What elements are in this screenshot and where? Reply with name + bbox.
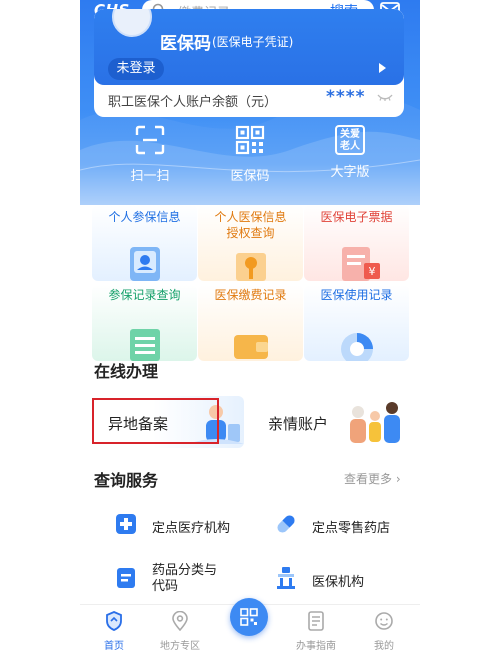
hero-banner: CHS 缴费记录 搜索 医保码 — [80, 0, 420, 205]
login-button[interactable]: 未登录 — [108, 58, 164, 80]
pie-chart-icon — [341, 333, 373, 361]
pill-icon — [277, 515, 295, 533]
id-card-icon — [130, 247, 160, 281]
online-item-label: 亲情账户 — [268, 415, 329, 433]
checklist-icon — [130, 329, 160, 361]
tab-mine[interactable]: 我的 — [354, 611, 414, 652]
qr-code-icon — [235, 125, 265, 155]
institution-icon — [277, 567, 295, 589]
quick-action-scan[interactable]: 扫一扫 — [110, 125, 190, 184]
tab-local-zone[interactable]: 地方专区 — [150, 610, 210, 652]
tab-service-guide[interactable]: 办事指南 — [286, 611, 346, 652]
drug-document-icon — [117, 568, 135, 588]
service-card-label: 医保电子票据 — [320, 210, 393, 224]
service-card-label: 个人参保信息 — [108, 210, 181, 224]
key-document-icon — [236, 253, 266, 281]
query-item-medical-institution[interactable]: 定点医疗机构 — [152, 517, 230, 536]
code-title: 医保码 — [160, 34, 211, 54]
quick-action-qr-code[interactable]: 医保码 — [210, 125, 290, 184]
avatar — [112, 9, 152, 37]
section-title-query: 查询服务 — [94, 471, 159, 490]
code-card-header: 医保码 (医保电子凭证) 未登录 — [94, 9, 404, 85]
tab-label: 办事指南 — [296, 641, 336, 652]
user-face-icon — [375, 612, 393, 630]
service-card-usage-records[interactable]: 医保使用记录 — [304, 285, 409, 361]
query-item-drug-codes[interactable]: 药品分类与 代码 — [152, 563, 217, 595]
service-card-payment-records[interactable]: 医保缴费记录 — [198, 285, 303, 361]
service-card-e-invoice[interactable]: 医保电子票据 ¥ — [304, 205, 409, 281]
service-card-personal-info[interactable]: 个人参保信息 — [92, 205, 197, 281]
section-title-online: 在线办理 — [94, 362, 159, 381]
quick-action-label: 大字版 — [330, 165, 370, 180]
code-subtitle: (医保电子凭证) — [212, 35, 294, 49]
query-item-pharmacy[interactable]: 定点零售药店 — [312, 517, 390, 536]
quick-action-label: 医保码 — [230, 169, 270, 184]
quick-action-elderly[interactable]: 关爱 老人 大字版 — [310, 125, 390, 180]
service-card-insurance-records[interactable]: 参保记录查询 — [92, 285, 197, 361]
query-item-insurance-agency[interactable]: 医保机构 — [312, 571, 364, 590]
family-illustration-icon — [350, 402, 400, 443]
page: CHS 缴费记录 搜索 医保码 — [0, 0, 500, 653]
right-margin — [420, 0, 500, 653]
wallet-icon — [234, 335, 268, 359]
eye-closed-icon[interactable] — [377, 93, 393, 101]
service-card-label: 个人医保信息 授权查询 — [214, 210, 287, 240]
left-margin — [0, 0, 80, 653]
insurance-code-card[interactable]: 医保码 (医保电子凭证) 未登录 职工医保个人账户余额（元） **** — [94, 9, 404, 117]
balance-label: 职工医保个人账户余额（元） — [108, 95, 278, 110]
scan-icon — [135, 125, 165, 155]
hospital-icon — [116, 514, 136, 534]
service-card-label: 医保缴费记录 — [214, 288, 287, 302]
svg-text:¥: ¥ — [369, 265, 376, 278]
service-card-label: 参保记录查询 — [108, 288, 181, 302]
home-shield-icon — [106, 611, 122, 631]
service-card-authorization[interactable]: 个人医保信息 授权查询 — [198, 205, 303, 281]
tab-label: 首页 — [104, 641, 124, 652]
tab-label: 地方专区 — [160, 641, 200, 652]
service-card-label: 医保使用记录 — [320, 288, 393, 302]
qr-code-icon — [240, 608, 258, 626]
guide-document-icon — [308, 611, 324, 631]
tab-label: 我的 — [374, 641, 394, 652]
quick-action-label: 扫一扫 — [130, 169, 170, 184]
invoice-icon: ¥ — [342, 247, 380, 281]
highlight-box — [92, 398, 219, 444]
center-qr-button[interactable] — [230, 598, 268, 636]
balance-value: **** — [326, 87, 366, 107]
view-more-link[interactable]: 查看更多 › — [344, 470, 401, 487]
elderly-mode-icon: 关爱 老人 — [335, 125, 365, 155]
location-pin-icon — [172, 610, 188, 632]
phone-screen: CHS 缴费记录 搜索 医保码 — [80, 0, 420, 653]
chevron-right-icon[interactable] — [379, 63, 386, 73]
tab-home[interactable]: 首页 — [84, 611, 144, 652]
